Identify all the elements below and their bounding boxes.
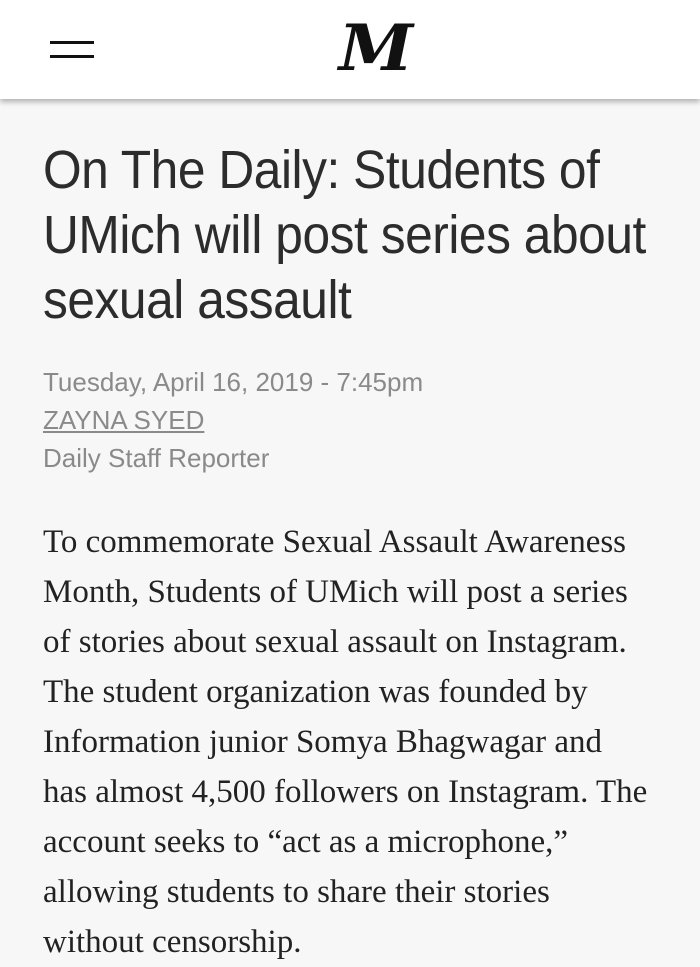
menu-bar-bottom [50,55,94,58]
author-link[interactable]: ZAYNA SYED [43,401,204,439]
body-line: account seeks to “act as a microphone,” [43,824,569,860]
article-meta: Tuesday, April 16, 2019 - 7:45pm ZAYNA S… [43,363,693,477]
body-line: To commemorate Sexual Assault Awareness [43,524,627,560]
body-line: without censorship. [43,924,302,960]
body-line: Month, Students of UMich will post a ser… [43,574,628,610]
article-body: To commemorate Sexual Assault Awareness … [43,517,700,967]
body-line: of stories about sexual assault on Insta… [43,624,627,660]
article-date: Tuesday, April 16, 2019 - 7:45pm [43,367,424,397]
article: On The Daily: Students of UMich will pos… [43,138,693,967]
article-headline: On The Daily: Students of UMich will pos… [43,140,646,330]
body-line: The student organization was founded by [43,674,588,710]
body-line: Information junior Somya Bhagwagar and [43,724,603,760]
hamburger-menu-icon[interactable] [44,34,100,68]
body-line: has almost 4,500 followers on Instagram.… [43,774,648,810]
author-role: Daily Staff Reporter [43,443,270,473]
site-logo[interactable]: M [336,14,416,84]
menu-bar-top [50,41,94,44]
site-header: M [0,0,700,99]
body-line: allowing students to share their stories [43,874,550,910]
